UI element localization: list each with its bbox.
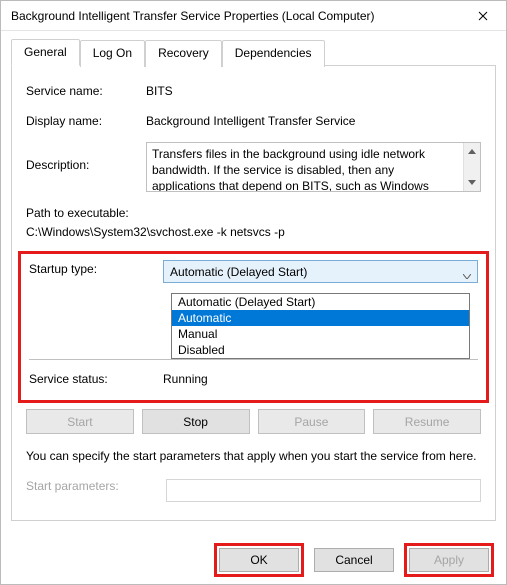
scroll-down-button[interactable] (464, 174, 480, 191)
startup-type-combo[interactable]: Automatic (Delayed Start) (163, 260, 478, 283)
stop-button[interactable]: Stop (142, 409, 250, 434)
apply-button: Apply (409, 548, 489, 572)
display-name-value: Background Intelligent Transfer Service (146, 112, 481, 128)
tab-strip: General Log On Recovery Dependencies (11, 39, 496, 66)
chevron-down-icon (468, 180, 476, 185)
display-name-label: Display name: (26, 112, 146, 128)
service-name-label: Service name: (26, 82, 146, 98)
option-automatic[interactable]: Automatic (172, 310, 469, 326)
window-title: Background Intelligent Transfer Service … (11, 9, 460, 23)
description-text[interactable]: Transfers files in the background using … (147, 143, 463, 191)
startup-type-label: Startup type: (29, 260, 163, 276)
highlight-apply: Apply (404, 543, 494, 577)
tab-recovery[interactable]: Recovery (145, 40, 222, 67)
title-bar: Background Intelligent Transfer Service … (1, 1, 506, 31)
highlight-ok: OK (214, 543, 304, 577)
close-icon (478, 11, 488, 21)
resume-button: Resume (373, 409, 481, 434)
start-parameters-input (166, 479, 481, 502)
option-disabled[interactable]: Disabled (172, 342, 469, 358)
service-name-value: BITS (146, 82, 481, 98)
startup-type-selected: Automatic (Delayed Start) (170, 265, 307, 279)
scroll-up-button[interactable] (464, 143, 480, 160)
tab-general[interactable]: General (11, 39, 80, 66)
service-buttons: Start Stop Pause Resume (26, 409, 481, 434)
path-label: Path to executable: (26, 206, 481, 220)
close-button[interactable] (460, 1, 506, 31)
help-text: You can specify the start parameters tha… (26, 448, 481, 465)
option-manual[interactable]: Manual (172, 326, 469, 342)
path-value: C:\Windows\System32\svchost.exe -k netsv… (26, 225, 481, 239)
cancel-button[interactable]: Cancel (314, 548, 394, 572)
option-automatic-delayed[interactable]: Automatic (Delayed Start) (172, 294, 469, 310)
service-status-label: Service status: (29, 370, 163, 386)
description-box: Transfers files in the background using … (146, 142, 481, 192)
description-scrollbar[interactable] (463, 143, 480, 191)
properties-dialog: Background Intelligent Transfer Service … (0, 0, 507, 585)
divider (29, 359, 478, 360)
highlight-startup-area: Startup type: Automatic (Delayed Start) … (18, 251, 489, 403)
startup-type-dropdown[interactable]: Automatic (Delayed Start) Automatic Manu… (171, 293, 470, 359)
description-label: Description: (26, 142, 146, 172)
tab-panel: Service name: BITS Display name: Backgro… (11, 65, 496, 521)
ok-button[interactable]: OK (219, 548, 299, 572)
tab-logon[interactable]: Log On (80, 40, 145, 67)
start-button: Start (26, 409, 134, 434)
chevron-up-icon (468, 149, 476, 154)
dialog-footer: OK Cancel Apply (1, 536, 506, 584)
chevron-down-icon (463, 268, 471, 282)
service-status-value: Running (163, 370, 478, 386)
tab-dependencies[interactable]: Dependencies (222, 40, 325, 67)
pause-button: Pause (258, 409, 366, 434)
start-parameters-label: Start parameters: (26, 479, 166, 493)
